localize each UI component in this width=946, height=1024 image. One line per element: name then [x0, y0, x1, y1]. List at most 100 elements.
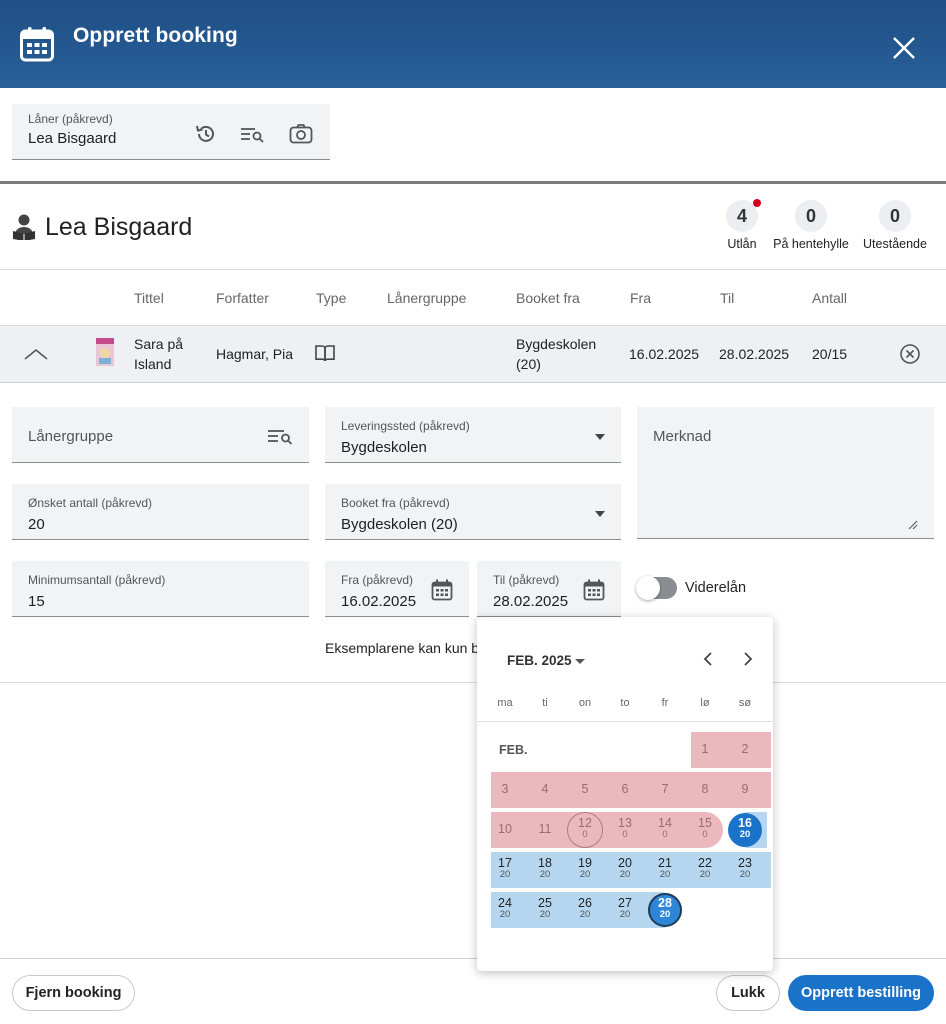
calendar-day-range-start[interactable]: 16 20 [725, 812, 765, 848]
calendar-day[interactable]: 24 20 [485, 892, 525, 928]
calendar-day[interactable]: 6 [605, 772, 645, 808]
weekday-label: ti [542, 697, 548, 709]
weekday-label: to [620, 697, 630, 709]
calendar-day[interactable]: 19 20 [565, 852, 605, 888]
chevron-up-icon[interactable] [24, 348, 48, 360]
calendar-icon[interactable] [431, 579, 453, 601]
booked-from-label: Booket fra (påkrevd) [341, 496, 450, 510]
toggle-knob [636, 576, 660, 600]
calendar-day-range-end[interactable]: 28 20 [645, 892, 685, 928]
from-date-field[interactable]: Fra (påkrevd) 16.02.2025 [325, 561, 469, 617]
col-type: Type [316, 290, 347, 306]
forward-loan-toggle[interactable] [636, 576, 677, 600]
dialog-title: Opprett booking [73, 24, 238, 47]
patron-group-label: Lånergruppe [28, 428, 114, 445]
note-textarea[interactable]: Merknad [637, 407, 934, 539]
forward-loan-label: Viderelån [685, 580, 747, 596]
minimum-amount-label: Minimumsantall (påkrevd) [28, 573, 166, 587]
camera-icon[interactable] [289, 122, 313, 146]
stat-outstanding-value: 0 [889, 206, 900, 226]
calendar-day[interactable]: 1 [685, 732, 725, 768]
caret-down-icon[interactable] [575, 659, 585, 664]
row-author: Hagmar, Pia [216, 346, 294, 362]
weekday-divider [477, 721, 773, 722]
calendar-day[interactable]: 23 20 [725, 852, 765, 888]
calendar-day[interactable]: 15 0 [685, 812, 725, 848]
calendar-day[interactable]: 20 20 [605, 852, 645, 888]
calendar-day[interactable]: 25 20 [525, 892, 565, 928]
close-button[interactable]: Lukk [716, 975, 780, 1011]
search-list-icon[interactable] [240, 122, 264, 146]
search-list-icon[interactable] [267, 425, 293, 447]
row-booked-from: Bygdeskolen (20) [516, 334, 596, 374]
close-icon[interactable] [890, 34, 918, 62]
resize-handle-icon[interactable] [908, 520, 918, 530]
row-title[interactable]: Sara på Island [134, 334, 183, 374]
calendar-icon[interactable] [583, 579, 605, 601]
calendar-day[interactable]: 26 20 [565, 892, 605, 928]
calendar-day[interactable]: 3 [485, 772, 525, 808]
calendar-day[interactable]: 5 [565, 772, 605, 808]
reader-icon [13, 214, 35, 240]
calendar-day[interactable]: 11 [525, 812, 565, 848]
booked-from-select[interactable]: Booket fra (påkrevd) Bygdeskolen (20) [325, 484, 621, 540]
remove-circle-icon[interactable] [899, 343, 921, 365]
month-selector[interactable]: FEB. 2025 [507, 653, 572, 668]
month-row-label: FEB. [499, 743, 528, 757]
calendar-day[interactable]: 2 [725, 732, 765, 768]
weekday-label: lø [700, 697, 710, 709]
minimum-amount-field[interactable]: Minimumsantall (påkrevd) 15 [12, 561, 309, 617]
patron-name: Lea Bisgaard [45, 213, 193, 241]
desired-amount-value: 20 [28, 516, 45, 533]
stat-loans-value: 4 [736, 206, 747, 226]
to-date-field[interactable]: Til (påkrevd) 28.02.2025 [477, 561, 621, 617]
calendar-day[interactable]: 8 [685, 772, 725, 808]
calendar-day[interactable]: 9 [725, 772, 765, 808]
stat-loans[interactable]: 4 Utlån [721, 199, 763, 251]
chevron-down-icon[interactable] [595, 434, 605, 440]
weekday-label: sø [738, 697, 752, 709]
calendar-day[interactable]: 4 [525, 772, 565, 808]
row-from: 16.02.2025 [629, 346, 700, 362]
booked-from-value: Bygdeskolen (20) [341, 516, 458, 533]
remove-booking-button[interactable]: Fjern booking [12, 975, 135, 1011]
loaner-label: Låner (påkrevd) [28, 112, 113, 126]
patron-group-field[interactable]: Lånergruppe [12, 407, 309, 463]
stat-pickup-shelf[interactable]: 0 På hentehylle [773, 200, 849, 251]
delivery-location-select[interactable]: Leveringssted (påkrevd) Bygdeskolen [325, 407, 621, 463]
info-text: Eksemplarene kan kun b [325, 640, 477, 656]
calendar-day[interactable]: 27 20 [605, 892, 645, 928]
calendar-day[interactable]: 10 [485, 812, 525, 848]
calendar-day[interactable]: 7 [645, 772, 685, 808]
calendar-day[interactable]: 13 0 [605, 812, 645, 848]
calendar-day[interactable]: 17 20 [485, 852, 525, 888]
stat-outstanding-label: Utestående [863, 237, 927, 251]
chevron-left-icon[interactable] [700, 651, 716, 667]
calendar-day[interactable]: 21 20 [645, 852, 685, 888]
calendar-day[interactable]: 22 20 [685, 852, 725, 888]
calendar-day[interactable]: 14 0 [645, 812, 685, 848]
col-amount: Antall [812, 290, 848, 306]
row-to: 28.02.2025 [719, 346, 790, 362]
loaner-field[interactable]: Låner (påkrevd) Lea Bisgaard [12, 104, 330, 160]
table-row[interactable]: Sara på Island Hagmar, Pia Bygdeskolen (… [0, 326, 946, 383]
date-picker: FEB. 2025 ma ti on to fr lø sø FEB. 1 2 … [477, 617, 773, 971]
to-date-label: Til (påkrevd) [493, 573, 560, 587]
weekday-label: on [578, 697, 592, 709]
footer-divider [0, 958, 946, 959]
chevron-down-icon[interactable] [595, 511, 605, 517]
calendar-day-today[interactable]: 12 0 [565, 812, 605, 848]
delivery-location-label: Leveringssted (påkrevd) [341, 419, 470, 433]
divider [0, 269, 946, 270]
chevron-right-icon[interactable] [740, 651, 756, 667]
weekday-label: fr [661, 697, 669, 709]
stat-outstanding[interactable]: 0 Utestående [861, 200, 929, 251]
row-title-line2: Island [134, 356, 172, 372]
divider [0, 682, 946, 683]
calendar-day[interactable]: 18 20 [525, 852, 565, 888]
history-icon[interactable] [194, 122, 218, 146]
desired-amount-field[interactable]: Ønsket antall (påkrevd) 20 [12, 484, 309, 540]
col-patron-group: Lånergruppe [387, 290, 467, 306]
create-order-button[interactable]: Opprett bestilling [788, 975, 934, 1011]
alert-dot [753, 199, 761, 207]
